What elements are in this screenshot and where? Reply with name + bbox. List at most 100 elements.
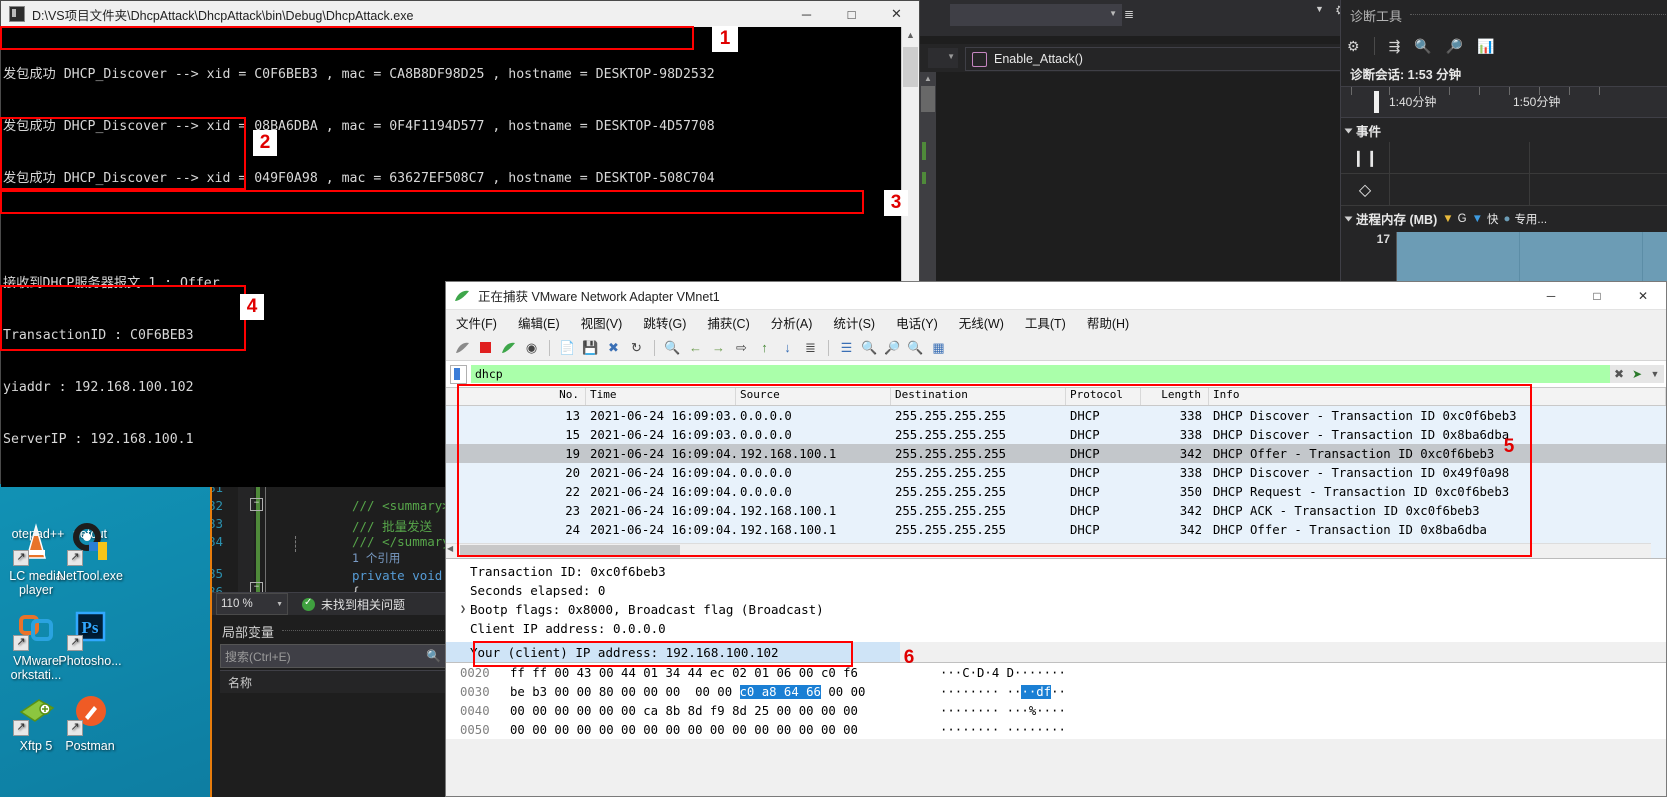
filter-clear-icon[interactable]: ✖ [1610, 365, 1628, 383]
stop-capture-icon[interactable] [477, 339, 494, 356]
detail-row[interactable]: Transaction ID: 0xc0f6beb3 [446, 562, 1666, 581]
collapse-toggle-icon[interactable]: − [250, 582, 263, 592]
collapse-toggle-icon[interactable]: − [250, 498, 263, 511]
resize-columns-icon[interactable]: ▦ [930, 339, 947, 356]
editor-zoom-dropdown[interactable]: 110 % ▼ [216, 593, 288, 615]
menu-item-capture[interactable]: 捕获(C) [707, 313, 749, 332]
go-to-packet-icon[interactable]: ⇨ [733, 339, 750, 356]
detail-row-selected[interactable]: Your (client) IP address: 192.168.100.10… [446, 642, 900, 662]
locals-search-placeholder: 搜索(Ctrl+E) [225, 649, 291, 664]
filter-input[interactable]: dhcp [471, 365, 1610, 383]
start-capture-icon[interactable] [454, 339, 471, 356]
minimize-button[interactable]: ─ [784, 1, 829, 27]
detail-row[interactable]: Client IP address: 0.0.0.0 [446, 619, 1666, 638]
locals-search-input[interactable]: 搜索(Ctrl+E) 🔍 ▼ [220, 644, 456, 668]
table-row[interactable]: 13 2021-06-24 16:09:03.231730 0.0.0.0 25… [446, 406, 1666, 425]
menu-item-analyze[interactable]: 分析(A) [771, 313, 813, 332]
menu-item-statistics[interactable]: 统计(S) [833, 313, 875, 332]
capture-options-icon[interactable]: ◉ [523, 339, 540, 356]
column-header-time[interactable]: Time [586, 388, 736, 405]
go-to-last-icon[interactable]: ↓ [779, 339, 796, 356]
menu-item-tools[interactable]: 工具(T) [1025, 313, 1066, 332]
find-packet-icon[interactable]: 🔍 [664, 339, 681, 356]
packet-bytes-pane[interactable]: 0020 ff ff 00 43 00 44 01 34 44 ec 02 01… [446, 662, 1666, 739]
scroll-up-icon[interactable]: ▲ [920, 72, 936, 86]
column-header-destination[interactable]: Destination [891, 388, 1066, 405]
colorize-icon[interactable]: ☰ [838, 339, 855, 356]
menu-item-help[interactable]: 帮助(H) [1087, 313, 1129, 332]
open-file-icon[interactable]: 📄 [559, 339, 576, 356]
menu-item-edit[interactable]: 编辑(E) [518, 313, 560, 332]
diagnostics-toolbar: ⚙ ⇶ 🔍 🔎 📊 [1341, 30, 1667, 62]
scroll-left-icon[interactable]: ◀ [447, 544, 453, 553]
vs-config-dropdown[interactable]: ▼ [950, 4, 1122, 26]
cell-info: DHCP Offer - Transaction ID 0x8ba6dba [1213, 522, 1487, 537]
annotation-label-2: 2 [253, 130, 277, 156]
export-icon[interactable]: ⇶ [1389, 38, 1401, 55]
wireshark-display-filter[interactable]: dhcp ✖ ➤ ▼ [446, 361, 1666, 388]
close-file-icon[interactable]: ✖ [605, 339, 622, 356]
chevron-down-icon[interactable]: ▼ [1315, 4, 1324, 14]
filter-bookmark-icon[interactable] [450, 364, 467, 384]
settings-gear-icon[interactable]: ⚙ [1347, 38, 1360, 55]
packet-detail-pane[interactable]: Transaction ID: 0xc0f6beb3 Seconds elaps… [446, 559, 1666, 642]
save-file-icon[interactable]: 💾 [582, 339, 599, 356]
desktop-icon-nettool[interactable]: NetTool.exe [42, 520, 138, 583]
scrollbar-thumb[interactable] [460, 545, 680, 557]
go-to-first-icon[interactable]: ↑ [756, 339, 773, 356]
column-header-info[interactable]: Info [1209, 388, 1666, 405]
expander-icon[interactable]: ❯ [460, 604, 466, 615]
table-row[interactable]: 20 2021-06-24 16:09:04.234761 0.0.0.0 25… [446, 463, 1666, 482]
maximize-button[interactable]: □ [829, 1, 874, 27]
code-lens[interactable]: 1 个引用 [352, 550, 400, 566]
zoom-in-icon[interactable]: 🔍 [1414, 38, 1431, 55]
column-header-protocol[interactable]: Protocol [1066, 388, 1141, 405]
zoom-out-icon[interactable]: 🔎 [1446, 38, 1463, 55]
column-header-length[interactable]: Length [1141, 388, 1209, 405]
events-section-header[interactable]: 事件 [1341, 118, 1667, 142]
timeline-cursor[interactable] [1374, 91, 1379, 113]
packet-list-horizontal-scrollbar[interactable]: ◀ [446, 543, 1651, 558]
menu-item-file[interactable]: 文件(F) [456, 313, 497, 332]
auto-scroll-icon[interactable]: ≣ [802, 339, 819, 356]
maximize-button[interactable]: □ [1574, 282, 1620, 309]
table-row[interactable]: 15 2021-06-24 16:09:03.733878 0.0.0.0 25… [446, 425, 1666, 444]
restart-capture-icon[interactable] [500, 339, 517, 356]
filter-dropdown-icon[interactable]: ▼ [1646, 365, 1664, 383]
zoom-in-icon[interactable]: 🔍 [861, 339, 878, 356]
menu-item-view[interactable]: 视图(V) [581, 313, 623, 332]
column-header-no[interactable]: No. [446, 388, 586, 405]
go-back-icon[interactable]: ← [687, 339, 704, 356]
table-row[interactable]: 19 2021-06-24 16:09:04.233597 192.168.10… [446, 444, 1666, 463]
table-row[interactable]: 24 2021-06-24 16:09:04.735483 192.168.10… [446, 520, 1666, 539]
scroll-up-icon[interactable]: ▲ [902, 27, 919, 44]
detail-row[interactable]: ❯ Bootp flags: 0x8000, Broadcast flag (B… [446, 600, 1666, 619]
close-button[interactable]: ✕ [874, 1, 919, 27]
desktop-icon-postman[interactable]: Postman [42, 690, 138, 753]
locals-column-header[interactable]: 名称 [220, 670, 462, 693]
close-button[interactable]: ✕ [1620, 282, 1666, 309]
desktop-icon-photoshop[interactable]: Ps Photosho... [42, 605, 138, 668]
memory-section-header[interactable]: 进程内存 (MB) ▼ G ▼ 快 ● 专用... [1341, 206, 1667, 230]
vs-toolbar-overflow-button[interactable]: ≣ [1120, 4, 1138, 24]
reload-icon[interactable]: ↻ [628, 339, 645, 356]
chart-icon[interactable]: 📊 [1477, 38, 1494, 55]
menu-item-wireless[interactable]: 无线(W) [959, 313, 1004, 332]
menu-item-go[interactable]: 跳转(G) [643, 313, 686, 332]
search-icon[interactable]: 🔍 [426, 649, 441, 663]
packet-list-pane[interactable]: No. Time Source Destination Protocol Len… [446, 388, 1666, 559]
zoom-reset-icon[interactable]: 🔍 [907, 339, 924, 356]
table-row[interactable]: 22 2021-06-24 16:09:04.688124 0.0.0.0 25… [446, 482, 1666, 501]
minimize-button[interactable]: ─ [1528, 282, 1574, 309]
table-row[interactable]: 23 2021-06-24 16:09:04.690468 192.168.10… [446, 501, 1666, 520]
detail-row[interactable]: Seconds elapsed: 0 [446, 581, 1666, 600]
diagnostics-timeline-ruler[interactable]: 1:40分钟 1:50分钟 [1341, 86, 1667, 118]
scrollbar-thumb[interactable] [921, 86, 935, 112]
go-forward-icon[interactable]: → [710, 339, 727, 356]
vs-type-dropdown[interactable]: ▼ [928, 48, 958, 68]
menu-item-telephony[interactable]: 电话(Y) [896, 313, 938, 332]
zoom-out-icon[interactable]: 🔎 [884, 339, 901, 356]
filter-apply-icon[interactable]: ➤ [1628, 365, 1646, 383]
scrollbar-thumb[interactable] [903, 47, 918, 87]
column-header-source[interactable]: Source [736, 388, 891, 405]
